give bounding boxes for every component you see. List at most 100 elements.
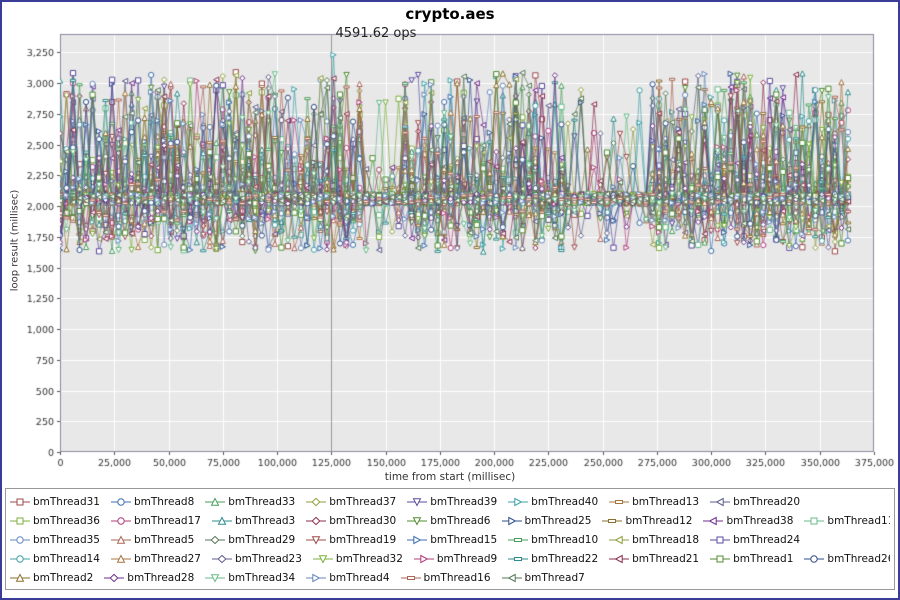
legend-item-label: bmThread30 bbox=[329, 515, 396, 527]
legend-item: bmThread20 bbox=[710, 496, 800, 508]
legend-item-label: bmThread1 bbox=[733, 553, 793, 565]
marker-triangle-left-icon bbox=[502, 573, 522, 583]
legend-item-label: bmThread3 bbox=[235, 515, 295, 527]
legend-item-label: bmThread14 bbox=[33, 553, 100, 565]
legend-item-label: bmThread40 bbox=[531, 496, 598, 508]
legend-item-label: bmThread38 bbox=[726, 515, 793, 527]
legend-item-label: bmThread29 bbox=[228, 534, 295, 546]
legend-item: bmThread3 bbox=[212, 515, 295, 527]
legend-item-label: bmThread22 bbox=[531, 553, 598, 565]
marker-triangle-up-icon bbox=[212, 516, 232, 526]
legend-item: bmThread2 bbox=[10, 572, 93, 584]
legend-item: bmThread30 bbox=[306, 515, 396, 527]
marker-triangle-left-icon bbox=[710, 497, 730, 507]
marker-triangle-down-icon bbox=[313, 554, 333, 564]
marker-triangle-up-icon bbox=[111, 535, 131, 545]
marker-diamond-icon bbox=[205, 535, 225, 545]
marker-dash-icon bbox=[602, 516, 622, 526]
marker-square-icon bbox=[710, 535, 730, 545]
legend-item: bmThread35 bbox=[10, 534, 100, 546]
legend-item-label: bmThread21 bbox=[632, 553, 699, 565]
legend-item: bmThread39 bbox=[407, 496, 497, 508]
legend-row: bmThread14 bmThread27 bmThread23 bmThread32… bbox=[10, 549, 890, 568]
legend-item: bmThread13 bbox=[609, 496, 699, 508]
legend-item-label: bmThread34 bbox=[228, 572, 295, 584]
marker-triangle-up-icon bbox=[205, 497, 225, 507]
legend-item: bmThread12 bbox=[602, 515, 692, 527]
legend-row: bmThread2 bmThread28 bmThread34 bmThread4 bm… bbox=[10, 568, 890, 587]
legend-item: bmThread8 bbox=[111, 496, 194, 508]
legend-item: bmThread5 bbox=[111, 534, 194, 546]
legend-item-label: bmThread9 bbox=[437, 553, 497, 565]
legend-item-label: bmThread6 bbox=[430, 515, 490, 527]
legend-row: bmThread31bmThread8bmThread33bmThread37b… bbox=[10, 492, 890, 511]
chart-canvas bbox=[2, 24, 898, 470]
marker-triangle-down-icon bbox=[306, 535, 326, 545]
legend-item-label: bmThread26 bbox=[827, 553, 890, 565]
legend-item: bmThread7 bbox=[502, 572, 585, 584]
marker-diamond-icon bbox=[212, 554, 232, 564]
legend-item: bmThread37 bbox=[306, 496, 396, 508]
legend-item: bmThread4 bbox=[306, 572, 389, 584]
legend-item: bmThread40 bbox=[508, 496, 598, 508]
marker-triangle-down-icon bbox=[407, 497, 427, 507]
legend-item-label: bmThread39 bbox=[430, 496, 497, 508]
marker-triangle-up-icon bbox=[10, 573, 30, 583]
legend-item-label: bmThread2 bbox=[33, 572, 93, 584]
marker-triangle-left-icon bbox=[609, 535, 629, 545]
legend-item: bmThread23 bbox=[212, 553, 302, 565]
marker-triangle-right-icon bbox=[306, 573, 326, 583]
legend-item: bmThread17 bbox=[111, 515, 201, 527]
marker-circle-icon bbox=[804, 554, 824, 564]
legend: bmThread31bmThread8bmThread33bmThread37b… bbox=[5, 488, 895, 590]
legend-item-label: bmThread11 bbox=[827, 515, 890, 527]
legend-item: bmThread32 bbox=[313, 553, 403, 565]
legend-item: bmThread24 bbox=[710, 534, 800, 546]
legend-item-label: bmThread4 bbox=[329, 572, 389, 584]
legend-item: bmThread38 bbox=[703, 515, 793, 527]
legend-item-label: bmThread37 bbox=[329, 496, 396, 508]
legend-item: bmThread19 bbox=[306, 534, 396, 546]
marker-diamond-icon bbox=[306, 497, 326, 507]
marker-diamond-icon bbox=[104, 573, 124, 583]
marker-dash-icon bbox=[401, 573, 421, 583]
marker-triangle-down-icon bbox=[407, 516, 427, 526]
legend-item-label: bmThread32 bbox=[336, 553, 403, 565]
marker-square-icon bbox=[10, 516, 30, 526]
legend-item-label: bmThread20 bbox=[733, 496, 800, 508]
legend-item: bmThread21 bbox=[609, 553, 699, 565]
legend-item-label: bmThread5 bbox=[134, 534, 194, 546]
legend-item-label: bmThread17 bbox=[134, 515, 201, 527]
marker-triangle-right-icon bbox=[502, 516, 522, 526]
legend-item-label: bmThread35 bbox=[33, 534, 100, 546]
legend-item-label: bmThread25 bbox=[525, 515, 592, 527]
legend-item-label: bmThread36 bbox=[33, 515, 100, 527]
plot-area: 4591.62 ops loop result (millisec) bbox=[2, 24, 898, 470]
chart-window: crypto.aes 4591.62 ops loop result (mill… bbox=[0, 0, 900, 600]
legend-item: bmThread28 bbox=[104, 572, 194, 584]
legend-item-label: bmThread8 bbox=[134, 496, 194, 508]
marker-triangle-up-icon bbox=[111, 554, 131, 564]
legend-item: bmThread27 bbox=[111, 553, 201, 565]
legend-item-label: bmThread28 bbox=[127, 572, 194, 584]
legend-row: bmThread36 bmThread17 bmThread3 bmThread30 b… bbox=[10, 511, 890, 530]
marker-triangle-right-icon bbox=[508, 497, 528, 507]
ops-annotation: 4591.62 ops bbox=[336, 26, 417, 41]
marker-triangle-left-icon bbox=[703, 516, 723, 526]
marker-circle-icon bbox=[111, 497, 131, 507]
legend-item: bmThread36 bbox=[10, 515, 100, 527]
marker-triangle-down-icon bbox=[205, 573, 225, 583]
marker-dash-icon bbox=[609, 497, 629, 507]
chart-title: crypto.aes bbox=[2, 4, 898, 24]
legend-item-label: bmThread33 bbox=[228, 496, 295, 508]
legend-item-label: bmThread13 bbox=[632, 496, 699, 508]
legend-item: bmThread15 bbox=[407, 534, 497, 546]
y-axis-label: loop result (millisec) bbox=[10, 176, 21, 306]
marker-triangle-right-icon bbox=[407, 535, 427, 545]
marker-diamond-icon bbox=[306, 516, 326, 526]
marker-triangle-right-icon bbox=[414, 554, 434, 564]
legend-item-label: bmThread7 bbox=[525, 572, 585, 584]
marker-dash-icon bbox=[508, 535, 528, 545]
legend-item: bmThread34 bbox=[205, 572, 295, 584]
legend-item-label: bmThread24 bbox=[733, 534, 800, 546]
